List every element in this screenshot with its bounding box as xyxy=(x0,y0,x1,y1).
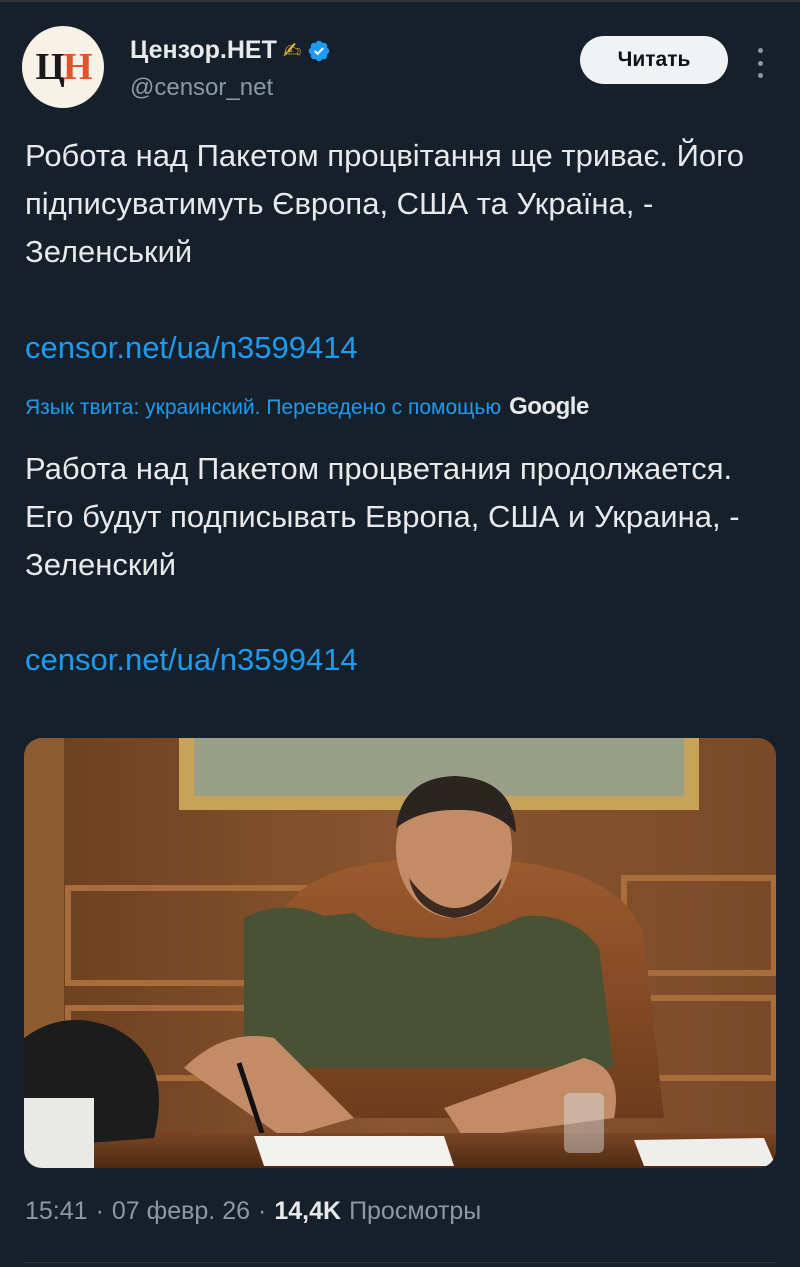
tweet-text: Робота над Пакетом процвітання ще триває… xyxy=(25,138,744,269)
google-logo: Google xyxy=(509,393,589,420)
tweet-header: ЦН Цензор.НЕТ ✍ @censor_net Читать xyxy=(22,26,782,116)
translated-link[interactable]: censor.net/ua/n3599414 xyxy=(25,642,358,678)
meta-separator: · xyxy=(95,1197,104,1225)
tweet-time[interactable]: 15:41 xyxy=(25,1197,88,1226)
tweet-photo[interactable] xyxy=(24,738,776,1168)
more-dot xyxy=(757,48,763,53)
avatar[interactable]: ЦН xyxy=(22,26,104,108)
display-name[interactable]: Цензор.НЕТ xyxy=(130,36,277,65)
views-label: Просмотры xyxy=(349,1197,482,1225)
handle[interactable]: @censor_net xyxy=(130,74,273,102)
views-count[interactable]: 14,4K xyxy=(274,1197,341,1226)
avatar-letter-n: Н xyxy=(63,46,93,88)
tweet-meta: 15:41 · 07 февр. 26 · 14,4K Просмотры xyxy=(25,1197,481,1226)
follow-button[interactable]: Читать xyxy=(580,36,728,84)
translation-note[interactable]: Язык твита: украинский. Переведено с пом… xyxy=(25,393,589,421)
tweet-link[interactable]: censor.net/ua/n3599414 xyxy=(25,330,358,366)
writing-hand-emoji: ✍ xyxy=(282,37,302,63)
top-divider xyxy=(0,0,800,2)
name-row[interactable]: Цензор.НЕТ ✍ xyxy=(130,36,331,65)
translated-text: Работа над Пакетом процветания продолжае… xyxy=(25,451,740,582)
tweet-date[interactable]: 07 февр. 26 xyxy=(112,1197,250,1226)
avatar-letter-c: Ц xyxy=(35,46,65,88)
meta-separator: · xyxy=(258,1197,267,1225)
more-dot xyxy=(757,60,763,66)
more-dot xyxy=(757,73,763,78)
bottom-divider xyxy=(25,1262,775,1263)
photo-illustration xyxy=(24,738,776,1168)
translation-note-text: Язык твита: украинский. Переведено с пом… xyxy=(25,396,502,419)
more-options-icon[interactable] xyxy=(750,48,770,78)
verified-badge-icon xyxy=(309,40,330,61)
